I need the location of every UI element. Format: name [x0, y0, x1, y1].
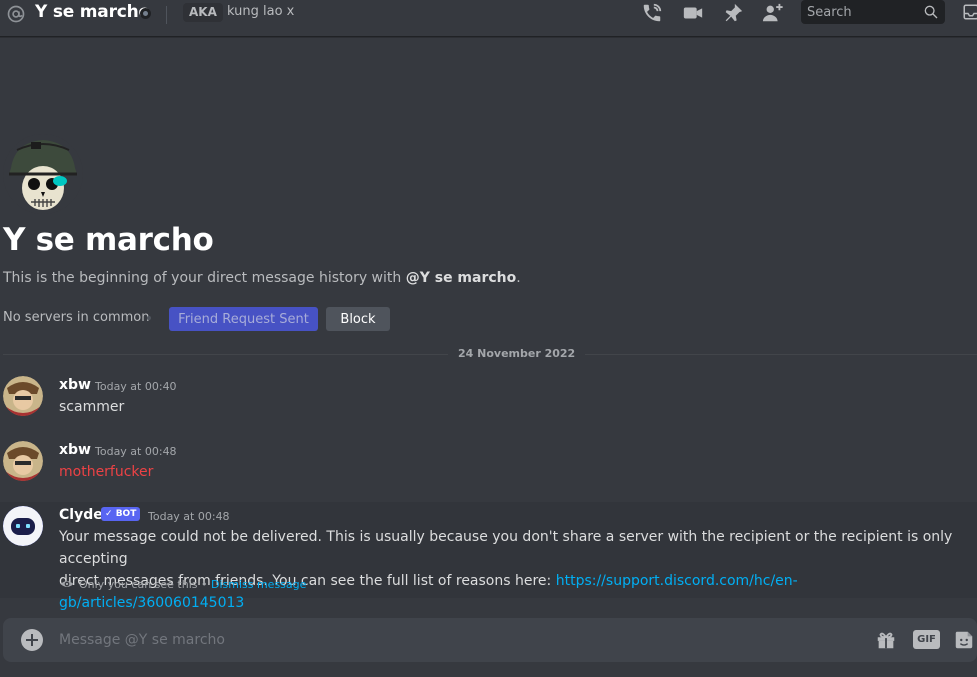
subtitle-suffix: . [516, 270, 521, 286]
xbw-avatar-image [3, 376, 43, 416]
skull-helmet-avatar-image [3, 134, 83, 214]
friend-request-sent-button[interactable]: Friend Request Sent [169, 307, 318, 331]
at-sign-icon [7, 5, 25, 23]
message-author[interactable]: Clyde [59, 507, 103, 523]
message-input[interactable] [59, 618, 839, 662]
mutual-servers-label: No servers in common [3, 310, 150, 325]
dismiss-message-link[interactable]: Dismiss message [211, 578, 306, 591]
block-button[interactable]: Block [326, 307, 390, 331]
message-line: direct messages from friends. You can se… [59, 570, 969, 614]
profile-avatar[interactable] [3, 134, 83, 214]
header-divider [166, 6, 167, 24]
search-icon[interactable] [923, 4, 939, 20]
user-mention[interactable]: @Y se marcho [406, 270, 517, 286]
channel-header: Y se marcho AKA kung lao x [0, 0, 977, 37]
clyde-robot-icon [3, 506, 43, 546]
message-line: Your message could not be delivered. Thi… [59, 529, 953, 567]
ephemeral-note-text: Only you can see this • [79, 578, 211, 591]
ephemeral-note: Only you can see this • Dismiss message [79, 578, 306, 591]
message-timestamp: Today at 00:48 [95, 445, 177, 458]
sticker-icon[interactable] [953, 629, 975, 651]
message-content: Your message could not be delivered. Thi… [59, 526, 969, 614]
xbw-avatar-image [3, 441, 43, 481]
bot-tag: ✓ BOT [101, 507, 141, 521]
video-camera-icon[interactable] [681, 2, 705, 24]
aka-name: kung lao x [227, 4, 295, 19]
message-content-failed: motherfucker [59, 464, 154, 480]
add-friend-icon[interactable] [761, 2, 785, 24]
inbox-icon[interactable] [962, 3, 977, 21]
dot-separator [147, 316, 151, 320]
aka-badge: AKA [183, 3, 223, 22]
bot-tag-label: BOT [115, 509, 137, 519]
welcome-title: Y se marcho [3, 222, 214, 258]
clyde-avatar[interactable] [3, 506, 43, 546]
search-box[interactable] [801, 0, 945, 24]
gift-icon[interactable] [875, 629, 897, 651]
message-composer: GIF [3, 618, 977, 662]
message-author[interactable]: xbw [59, 442, 91, 458]
eye-icon [60, 581, 74, 587]
phone-call-icon[interactable] [640, 2, 664, 24]
plus-circle-icon[interactable] [21, 629, 43, 651]
status-offline-icon [140, 8, 151, 19]
avatar[interactable] [3, 441, 43, 481]
avatar[interactable] [3, 376, 43, 416]
pin-icon[interactable] [721, 2, 745, 24]
message-timestamp: Today at 00:48 [148, 510, 230, 523]
subtitle-prefix: This is the beginning of your direct mes… [3, 270, 406, 286]
channel-title: Y se marcho [35, 2, 151, 22]
welcome-subtitle: This is the beginning of your direct mes… [3, 270, 521, 286]
message-content: scammer [59, 399, 125, 415]
date-divider-label: 24 November 2022 [448, 347, 586, 360]
search-input[interactable] [801, 0, 919, 24]
message-author[interactable]: xbw [59, 377, 91, 393]
gif-button[interactable]: GIF [913, 630, 940, 649]
message-timestamp: Today at 00:40 [95, 380, 177, 393]
